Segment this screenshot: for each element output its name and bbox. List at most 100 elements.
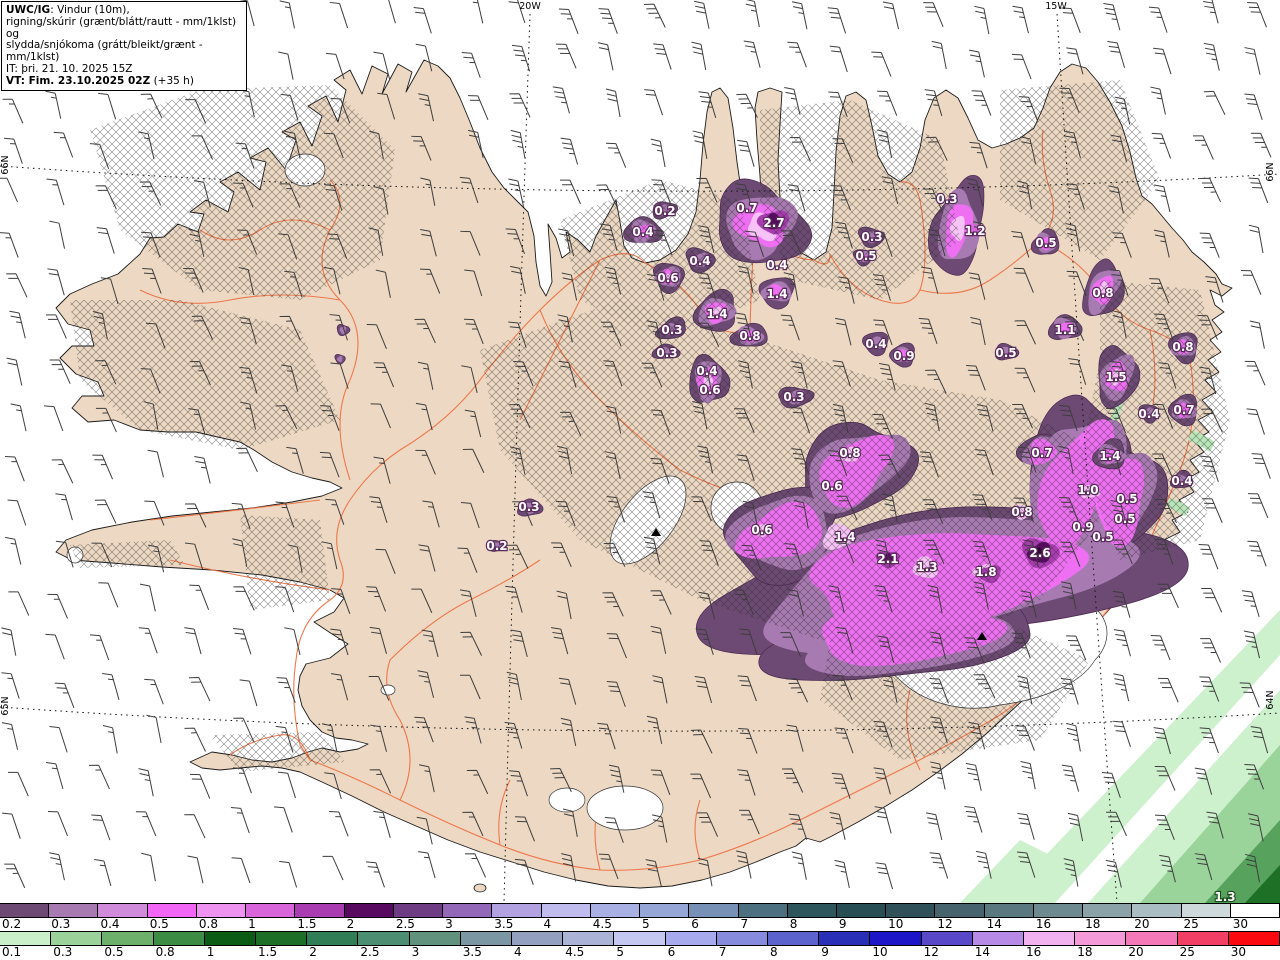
title-line-valid-time: VT: Fim. 23.10.2025 02Z (+35 h) <box>6 74 194 87</box>
scale-tick-label: 7 <box>718 945 727 959</box>
scale-segment <box>98 904 148 917</box>
scale-segment <box>836 904 887 917</box>
island-vestmannaeyjar <box>473 883 487 893</box>
scale-tick-label: 3 <box>445 917 453 931</box>
precip-value-label: 0.4 <box>865 337 886 351</box>
scale-tick-label: 16 <box>1026 945 1042 959</box>
scale-segment <box>256 932 308 945</box>
precip-value-label: 0.5 <box>1035 236 1056 250</box>
scale-tick-label: 30 <box>1230 945 1247 959</box>
rain-scale-labels: 0.1 0.3 0.5 0.8 1 1.5 2 2.5 3 3.5 4 4.5 5 6 7 8 9 10 12 14 1… <box>0 946 1280 959</box>
precip-value-label: 1.1 <box>1054 323 1075 337</box>
scale-tick-label: 10 <box>888 917 904 931</box>
precip-value-label: 0.6 <box>821 479 842 493</box>
precip-value-label: 1.3 <box>916 560 937 574</box>
scale-segment <box>716 932 769 945</box>
precip-value-label: 0.3 <box>783 390 804 404</box>
precip-value-label: 0.3 <box>656 346 677 360</box>
precip-value-label: 1.8 <box>975 565 996 579</box>
scale-tick-label: 8 <box>770 945 778 959</box>
scale-segment <box>295 904 345 917</box>
title-box: UWC/IG: Vindur (10m), rigning/skúrir (gr… <box>1 1 247 91</box>
precip-value-label: 1.4 <box>766 287 787 301</box>
precip-value-label: 0.6 <box>657 271 678 285</box>
scale-tick-label: 0.8 <box>198 917 219 931</box>
precip-value-label: 1.5 <box>1105 370 1126 384</box>
scale-tick-label: 3.5 <box>494 917 514 931</box>
title-line-rain: rigning/skúrir (grænt/blátt/rautt - mm/1… <box>6 15 237 40</box>
precip-value-label: 0.4 <box>1138 407 1159 421</box>
scale-tick-label: 10 <box>872 945 888 959</box>
scale-segment <box>1132 904 1182 917</box>
precip-value-label: 1.0 <box>1077 483 1098 497</box>
precip-value-label: 2.6 <box>1029 546 1050 560</box>
map-canvas: 0.40.2 0.72.70.40.60.41.41.40.3 0.80.30.40… <box>0 0 1280 903</box>
scale-segment <box>49 904 99 917</box>
scale-tick-label: 20 <box>1134 917 1150 931</box>
precip-value-label: 0.3 <box>661 323 682 337</box>
scale-segment <box>1181 904 1231 917</box>
scale-segment <box>492 904 542 917</box>
graticule-label: 15W <box>1045 1 1067 12</box>
scale-tick-label: 0.5 <box>104 945 124 959</box>
precip-value-label: 0.5 <box>1092 530 1113 544</box>
scale-segment <box>246 904 296 917</box>
scale-tick-label: 14 <box>974 945 991 959</box>
scale-segment <box>935 904 985 917</box>
scale-tick-label: 2.5 <box>360 945 380 959</box>
scale-tick-label: 0.1 <box>2 945 22 959</box>
rain-scale-bar <box>0 931 1280 946</box>
scale-segment <box>0 904 50 917</box>
scale-segment <box>614 932 666 945</box>
scale-segment <box>819 932 871 945</box>
graticule-label: 65N <box>0 696 11 715</box>
precip-value-label: 2.1 <box>877 552 898 566</box>
precip-value-label: 0.5 <box>855 249 876 263</box>
scale-tick-label: 1 <box>248 917 256 931</box>
scale-segment <box>102 932 154 945</box>
scale-segment <box>1126 932 1178 945</box>
scale-tick-label: 2 <box>346 917 355 931</box>
scale-segment <box>921 932 973 945</box>
graticule-label: 66N <box>0 155 11 174</box>
precip-value-label: 0.6 <box>699 383 720 397</box>
scale-tick-label: 3.5 <box>462 945 482 959</box>
precip-value-label: 0.8 <box>1092 286 1113 300</box>
scale-segment <box>787 904 837 917</box>
precip-value-label: 0.4 <box>696 364 717 378</box>
scale-segment <box>1230 904 1280 917</box>
scale-segment <box>1083 904 1133 917</box>
scale-tick-label: 16 <box>1035 917 1052 931</box>
scale-tick-label: 0.3 <box>51 917 71 931</box>
precip-value-label: 0.5 <box>995 346 1016 360</box>
scale-segment <box>972 932 1025 945</box>
precip-value-label: 0.7 <box>1173 403 1194 417</box>
precip-value-label: 0.3 <box>518 500 539 514</box>
scale-tick-label: 18 <box>1085 917 1101 931</box>
scale-tick-label: 7 <box>740 917 749 931</box>
graticule-label: 64N <box>1265 690 1276 709</box>
precip-value-label: 0.4 <box>1171 474 1192 488</box>
scale-segment <box>153 932 205 945</box>
colour-scales: 0.2 0.3 0.4 0.5 0.8 1 1.5 2 2.5 3 3.5 4 4.5 5 6 7 8 9 10 12… <box>0 903 1280 959</box>
scale-segment <box>358 932 410 945</box>
scale-tick-label: 25 <box>1179 945 1195 959</box>
precip-value-label: 0.3 <box>861 230 882 244</box>
scale-tick-label: 5 <box>616 945 625 959</box>
scale-segment <box>541 904 591 917</box>
precip-value-label: 0.9 <box>893 349 914 363</box>
precip-value-label: 0.5 <box>1114 512 1135 526</box>
scale-segment <box>1228 932 1280 945</box>
scale-segment <box>1033 904 1084 917</box>
scale-tick-label: 2 <box>309 945 317 959</box>
precip-value-label: 0.7 <box>736 201 757 215</box>
scale-segment <box>886 904 936 917</box>
precip-value-label: 0.9 <box>1072 520 1093 534</box>
precip-value-label: 1.4 <box>1099 449 1120 463</box>
scale-segment <box>768 932 820 945</box>
scale-tick-label: 30 <box>1232 917 1249 931</box>
precip-value-label: 0.5 <box>1116 492 1137 506</box>
scale-tick-label: 12 <box>937 917 953 931</box>
precip-value-label: 1.2 <box>964 224 985 238</box>
scale-segment <box>689 904 739 917</box>
